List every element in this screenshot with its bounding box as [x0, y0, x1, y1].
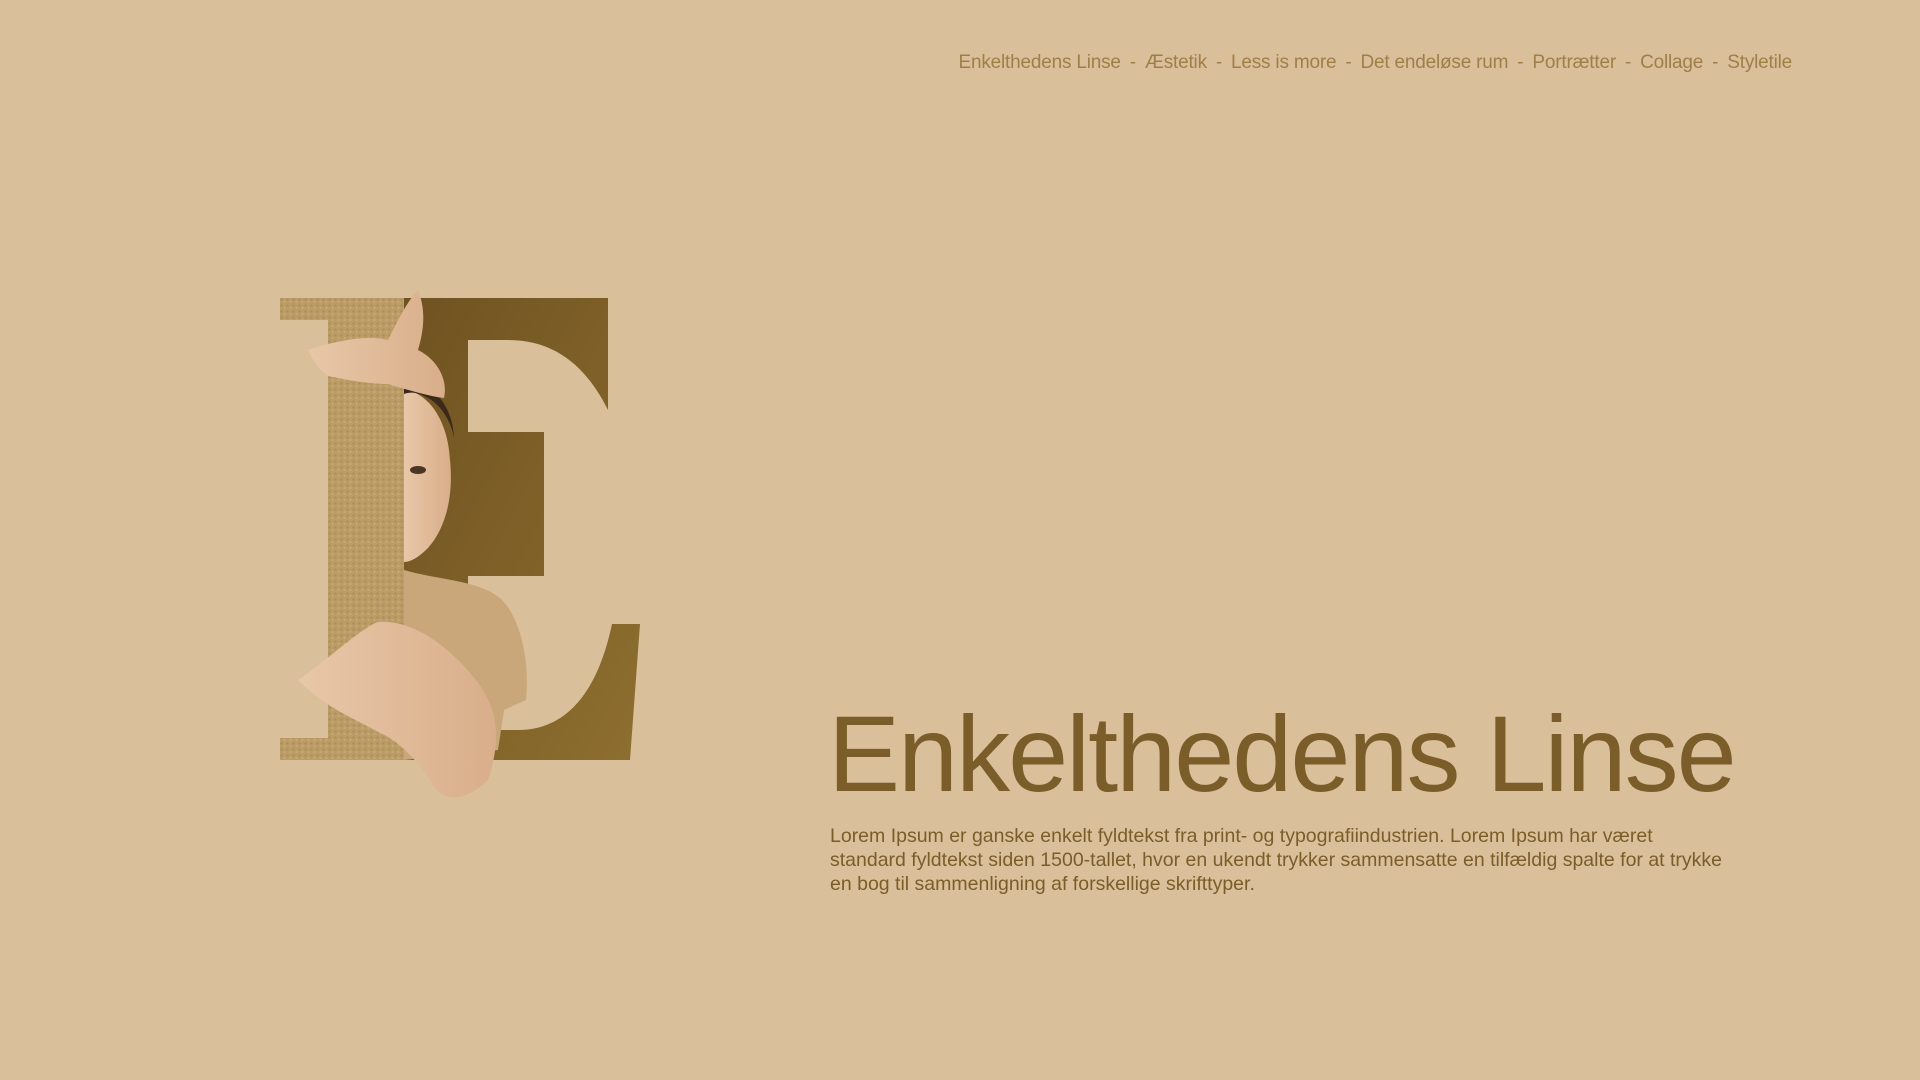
nav-separator: -: [1129, 52, 1136, 73]
collage-image: [280, 290, 640, 798]
intro-paragraph: Lorem Ipsum er ganske enkelt fyldtekst f…: [830, 825, 1723, 895]
nav-separator: -: [1624, 52, 1632, 73]
nav-item-portraetter[interactable]: Portrætter: [1532, 52, 1616, 74]
nav-item-enkelthedens-linse[interactable]: Enkelthedens Linse: [959, 52, 1121, 74]
nav-item-det-endelose-rum[interactable]: Det endeløse rum: [1360, 52, 1508, 74]
nav-separator: -: [1517, 52, 1524, 73]
nav-separator: -: [1712, 52, 1719, 73]
page-title: Enkelthedens Linse: [828, 693, 1737, 814]
top-navigation: Enkelthedens Linse - Æstetik - Less is m…: [959, 52, 1793, 74]
nav-item-collage[interactable]: Collage: [1640, 52, 1703, 74]
person-eye: [410, 466, 426, 474]
letter-e-portrait-collage: [268, 280, 652, 808]
nav-item-less-is-more[interactable]: Less is more: [1231, 52, 1337, 74]
nav-item-aestetik[interactable]: Æstetik: [1145, 52, 1207, 74]
nav-item-styletile[interactable]: Styletile: [1727, 52, 1792, 74]
nav-separator: -: [1345, 52, 1352, 73]
nav-separator: -: [1215, 52, 1223, 73]
